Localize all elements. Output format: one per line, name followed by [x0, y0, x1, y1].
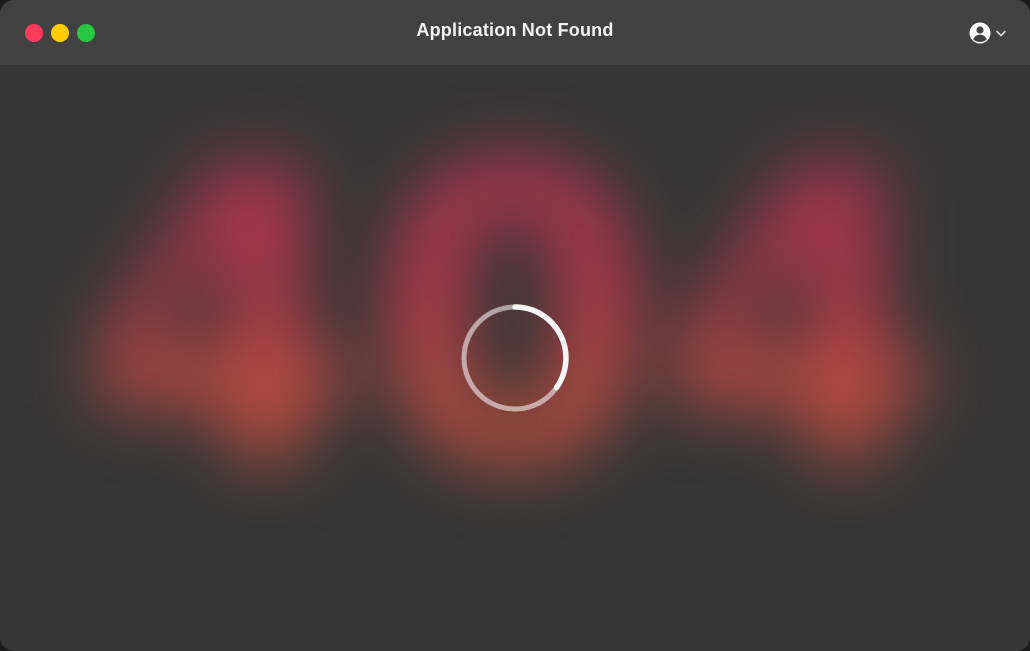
user-circle-icon [969, 22, 1006, 44]
title-bar[interactable]: Application Not Found [0, 0, 1030, 65]
window-title: Application Not Found [416, 20, 614, 40]
main-content: 404 [0, 65, 1030, 651]
account-menu-button[interactable] [968, 21, 1010, 45]
loading-spinner-icon [461, 304, 569, 412]
app-window: Application Not Found 404 [0, 0, 1030, 651]
chevron-down-icon [996, 30, 1006, 37]
